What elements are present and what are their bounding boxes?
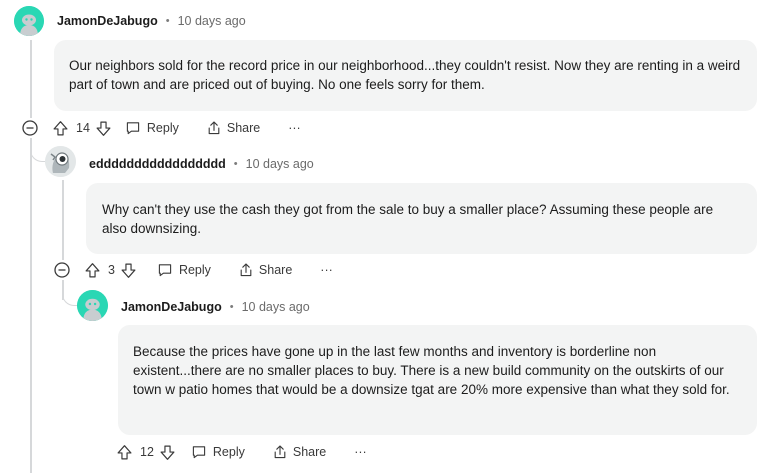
comment-body: Because the prices have gone up in the l… xyxy=(118,325,757,435)
comment-actions: 3 Reply Share ··· xyxy=(84,259,333,281)
comment-timestamp[interactable]: 10 days ago xyxy=(246,157,314,171)
collapse-icon xyxy=(22,120,38,136)
collapse-thread-button[interactable] xyxy=(54,262,70,278)
share-button[interactable]: Share xyxy=(272,444,326,460)
upvote-arrow-icon xyxy=(53,120,68,135)
thread-line xyxy=(62,180,64,260)
downvote-arrow-icon xyxy=(121,263,136,278)
meta-separator: • xyxy=(233,158,238,170)
upvote-button[interactable] xyxy=(84,262,101,279)
thread-line xyxy=(30,138,32,473)
comment-body: Why can't they use the cash they got fro… xyxy=(86,183,757,254)
reply-label: Reply xyxy=(212,445,245,459)
avatar[interactable] xyxy=(77,290,108,321)
collapse-icon xyxy=(54,262,70,278)
more-options-button[interactable]: ··· xyxy=(288,121,301,135)
more-options-icon: ··· xyxy=(354,445,367,459)
comment-body: Our neighbors sold for the record price … xyxy=(54,40,757,111)
share-label: Share xyxy=(226,121,261,135)
comment-text: Why can't they use the cash they got fro… xyxy=(102,202,714,236)
comment-bubble-icon xyxy=(158,264,172,277)
vote-count: 12 xyxy=(140,445,154,459)
reply-button[interactable]: Reply xyxy=(191,444,245,460)
comment-author[interactable]: JamonDeJabugo xyxy=(57,14,158,28)
user-avatar-icon xyxy=(45,146,76,177)
comment-actions: 14 Reply Share ··· xyxy=(52,117,301,139)
vote-count: 3 xyxy=(108,263,115,277)
share-label: Share xyxy=(292,445,327,459)
avatar[interactable] xyxy=(45,146,76,177)
comment-bubble-icon xyxy=(126,122,140,135)
comment-text: Our neighbors sold for the record price … xyxy=(69,58,741,92)
more-options-icon: ··· xyxy=(320,263,333,277)
downvote-arrow-icon xyxy=(96,121,111,136)
snoo-avatar-icon xyxy=(14,6,44,36)
share-label: Share xyxy=(258,263,293,277)
upvote-arrow-icon xyxy=(85,262,100,277)
comment-actions: 12 Reply Share ··· xyxy=(116,441,367,463)
snoo-avatar-icon xyxy=(77,290,108,321)
share-button[interactable]: Share xyxy=(206,120,260,136)
thread-line xyxy=(30,40,32,118)
reply-button[interactable]: Reply xyxy=(125,120,179,136)
collapse-thread-button[interactable] xyxy=(22,120,38,136)
meta-separator: • xyxy=(229,301,234,313)
share-icon xyxy=(240,263,252,277)
comment-timestamp[interactable]: 10 days ago xyxy=(178,14,246,28)
share-icon xyxy=(274,445,286,459)
downvote-button[interactable] xyxy=(95,120,112,137)
share-button[interactable]: Share xyxy=(238,262,292,278)
comment-bubble-icon xyxy=(192,446,206,459)
upvote-button[interactable] xyxy=(52,120,69,137)
downvote-arrow-icon xyxy=(160,445,175,460)
vote-count: 14 xyxy=(76,121,90,135)
upvote-arrow-icon xyxy=(117,444,132,459)
reply-label: Reply xyxy=(178,263,211,277)
upvote-button[interactable] xyxy=(116,444,133,461)
avatar[interactable] xyxy=(14,6,44,36)
comment-author[interactable]: eddddddddddddddddd xyxy=(89,157,226,171)
comment-author[interactable]: JamonDeJabugo xyxy=(121,300,222,314)
meta-separator: • xyxy=(165,15,170,27)
more-options-button[interactable]: ··· xyxy=(354,445,367,459)
reply-label: Reply xyxy=(146,121,179,135)
share-icon xyxy=(208,121,220,135)
more-options-button[interactable]: ··· xyxy=(320,263,333,277)
downvote-button[interactable] xyxy=(120,262,137,279)
more-options-icon: ··· xyxy=(288,121,301,135)
reply-button[interactable]: Reply xyxy=(157,262,211,278)
comment-timestamp[interactable]: 10 days ago xyxy=(242,300,310,314)
downvote-button[interactable] xyxy=(159,444,176,461)
comment-text: Because the prices have gone up in the l… xyxy=(133,344,730,397)
